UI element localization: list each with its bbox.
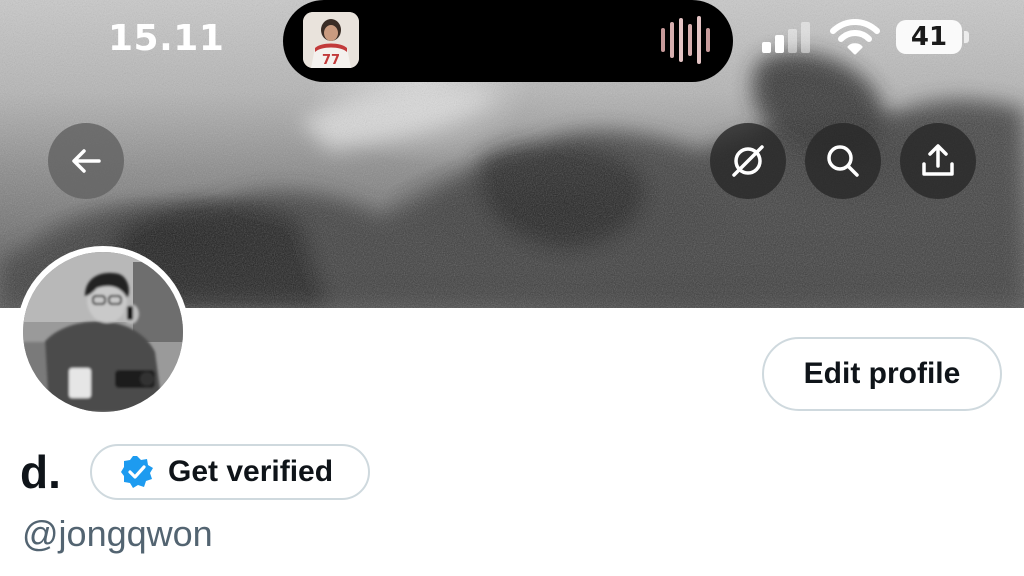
grok-button[interactable] xyxy=(710,123,786,199)
get-verified-button[interactable]: Get verified xyxy=(90,444,370,500)
status-bar-time: 15.11 xyxy=(108,18,225,59)
audio-waveform-icon xyxy=(661,16,710,64)
battery-level: 41 xyxy=(910,22,948,52)
svg-text:77: 77 xyxy=(322,53,340,68)
back-button[interactable] xyxy=(48,123,124,199)
profile-display-name: d. xyxy=(20,446,61,498)
profile-avatar[interactable] xyxy=(17,246,189,418)
verified-badge-icon xyxy=(121,456,153,488)
grok-icon xyxy=(732,145,764,177)
cellular-signal-icon xyxy=(762,22,810,53)
get-verified-label: Get verified xyxy=(168,455,334,488)
profile-handle: @jongqwon xyxy=(22,513,213,554)
wifi-icon xyxy=(830,19,880,55)
battery-indicator: 41 xyxy=(896,20,962,54)
now-playing-artwork: 77 xyxy=(303,12,359,68)
avatar-photo xyxy=(23,252,183,412)
battery-terminal xyxy=(964,31,969,43)
search-icon xyxy=(827,145,859,177)
dynamic-island[interactable]: 77 xyxy=(283,0,733,82)
edit-profile-button[interactable]: Edit profile xyxy=(762,337,1002,411)
share-button[interactable] xyxy=(900,123,976,199)
share-icon xyxy=(922,144,954,176)
arrow-left-icon xyxy=(72,149,101,173)
profile-screen: 15.11 77 41 Edit profile d. Get verified… xyxy=(0,0,1024,576)
search-button[interactable] xyxy=(805,123,881,199)
